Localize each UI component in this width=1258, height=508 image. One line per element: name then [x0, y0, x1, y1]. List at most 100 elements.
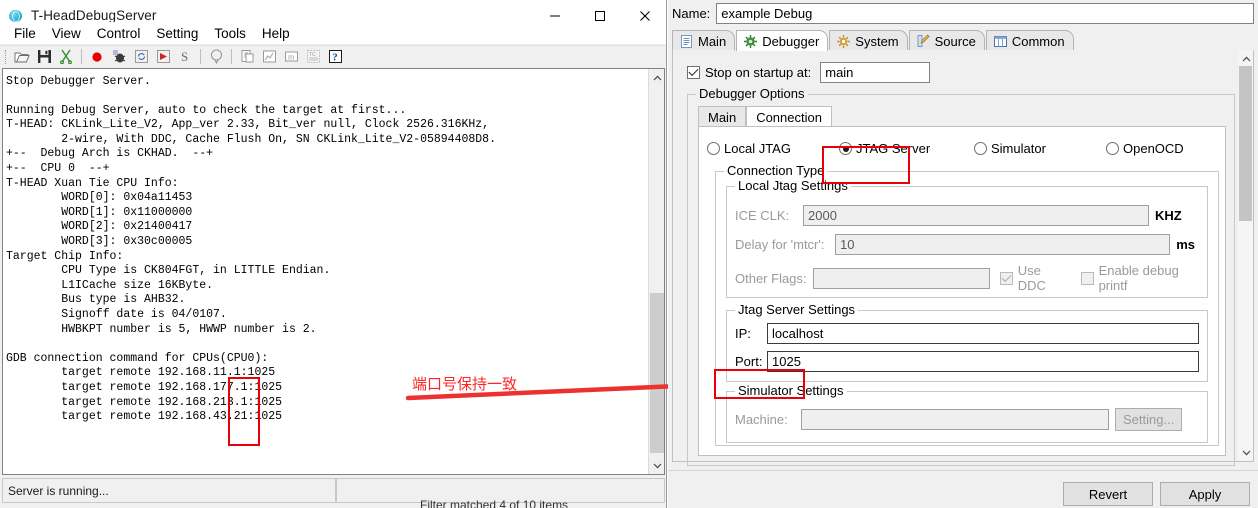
jtag-server-settings-title: Jtag Server Settings — [735, 302, 859, 317]
inner-tab-connection[interactable]: Connection — [746, 106, 832, 127]
console-vertical-scrollbar[interactable] — [648, 69, 664, 474]
radio-openocd[interactable]: OpenOCD — [1106, 141, 1184, 156]
bug-gear-icon — [743, 34, 758, 49]
delay-mtcr-input[interactable]: 10 — [835, 234, 1171, 255]
apply-button[interactable]: Apply — [1160, 482, 1250, 506]
name-label: Name: — [672, 5, 711, 21]
radio-local-jtag[interactable]: Local JTAG — [707, 141, 839, 156]
register-icon[interactable]: TC — [302, 47, 324, 67]
use-ddc-checkbox[interactable] — [999, 271, 1013, 285]
stop-on-startup-checkbox[interactable] — [687, 66, 700, 79]
stop-on-startup-row: Stop on startup at: main — [687, 62, 931, 83]
delay-mtcr-label: Delay for 'mtcr': — [735, 237, 825, 252]
connection-radio-group: Local JTAG JTAG Server Simulator OpenOCD — [707, 141, 1219, 156]
svg-text:S: S — [181, 49, 188, 64]
run-icon[interactable] — [152, 47, 174, 67]
record-icon[interactable] — [86, 47, 108, 67]
machine-row: Machine: Setting... — [735, 408, 1203, 431]
help-icon[interactable]: ? — [324, 47, 346, 67]
revert-button[interactable]: Revert — [1063, 482, 1153, 506]
port-input[interactable]: 1025 — [767, 351, 1199, 372]
panel-vertical-scrollbar[interactable] — [1238, 50, 1253, 461]
stop-on-startup-label: Stop on startup at: — [705, 65, 812, 80]
tab-system[interactable]: System — [829, 30, 908, 51]
chevron-up-icon[interactable] — [649, 69, 664, 86]
source-pencil-icon — [916, 33, 931, 49]
radio-jtag-server-dot[interactable] — [839, 142, 852, 155]
memory-icon[interactable]: m — [280, 47, 302, 67]
menu-bar: File View Control Setting Tools Help — [0, 22, 666, 44]
tab-common-label: Common — [1011, 33, 1065, 49]
window-title: T-HeadDebugServer — [31, 8, 157, 23]
console-scroll-thumb[interactable] — [650, 293, 664, 453]
delay-mtcr-unit: ms — [1176, 237, 1195, 252]
machine-setting-button[interactable]: Setting... — [1115, 408, 1183, 431]
save-icon[interactable] — [33, 47, 55, 67]
tab-system-label: System — [855, 33, 899, 49]
menu-item-control[interactable]: Control — [89, 24, 149, 43]
stop-on-startup-input[interactable]: main — [820, 62, 931, 83]
jtag-server-settings-group: Jtag Server Settings IP: localhost Port:… — [726, 302, 1208, 382]
status-message: Server is running... — [2, 478, 336, 503]
panel-chevron-down-icon[interactable] — [1238, 444, 1254, 461]
svg-text:m: m — [288, 53, 295, 62]
panel-chevron-up-icon[interactable] — [1238, 50, 1254, 67]
machine-input[interactable] — [801, 409, 1109, 430]
page-icon[interactable] — [236, 47, 258, 67]
enable-debug-printf-label: Enable debug printf — [1098, 263, 1179, 293]
inner-tab-main[interactable]: Main — [698, 106, 747, 127]
radio-jtag-server-label: JTAG Server — [856, 141, 931, 156]
tab-source[interactable]: Source — [908, 30, 985, 51]
debug-server-window: T-HeadDebugServer File View Control Sett… — [0, 0, 667, 508]
other-flags-label: Other Flags: — [735, 270, 807, 286]
tab-debugger-label: Debugger — [762, 33, 820, 49]
enable-debug-printf-checkbox[interactable] — [1080, 271, 1094, 285]
tab-common[interactable]: Common — [985, 30, 1074, 51]
menu-item-tools[interactable]: Tools — [206, 24, 254, 43]
menu-item-setting[interactable]: Setting — [148, 24, 206, 43]
open-folder-icon[interactable] — [11, 47, 33, 67]
tab-debugger[interactable]: Debugger — [736, 30, 829, 51]
svg-text:?: ? — [332, 52, 338, 64]
step-s-icon[interactable]: S — [174, 47, 196, 67]
config-tab-strip: Main Debugger System Source Common — [672, 29, 1254, 51]
panel-scroll-thumb[interactable] — [1239, 66, 1252, 221]
ip-input[interactable]: localhost — [767, 323, 1199, 344]
menu-item-file[interactable]: File — [6, 24, 44, 43]
tab-source-label: Source — [934, 33, 976, 49]
radio-jtag-server[interactable]: JTAG Server — [839, 141, 974, 156]
debugger-options-title: Debugger Options — [696, 86, 808, 101]
menu-item-help[interactable]: Help — [254, 24, 298, 43]
config-name-input[interactable]: example Debug — [716, 2, 1254, 24]
connection-type-group: Connection Type Local Jtag Settings ICE … — [715, 163, 1219, 446]
scissors-icon[interactable] — [55, 47, 77, 67]
annotation-label: 端口号保持一致 — [412, 375, 518, 393]
toolbar-grip[interactable] — [4, 49, 8, 65]
balloon-icon[interactable] — [205, 47, 227, 67]
ice-clk-input[interactable]: 2000 — [803, 205, 1149, 226]
radio-simulator-label: Simulator — [991, 141, 1046, 156]
table-icon — [993, 34, 1008, 49]
chart-icon[interactable] — [258, 47, 280, 67]
document-icon — [679, 34, 694, 49]
chevron-down-icon[interactable] — [649, 457, 664, 474]
refresh-icon[interactable] — [130, 47, 152, 67]
debugger-options-group: Debugger Options Main Connection Local J… — [687, 86, 1235, 466]
radio-simulator[interactable]: Simulator — [974, 141, 1106, 156]
radio-local-jtag-dot[interactable] — [707, 142, 720, 155]
delay-mtcr-row: Delay for 'mtcr': 10 ms — [735, 234, 1195, 255]
bug-icon[interactable] — [108, 47, 130, 67]
radio-openocd-dot[interactable] — [1106, 142, 1119, 155]
tab-main[interactable]: Main — [672, 30, 736, 51]
console-output[interactable]: Stop Debugger Server. Running Debug Serv… — [2, 68, 665, 475]
menu-item-view[interactable]: View — [44, 24, 89, 43]
ice-clk-unit: KHZ — [1155, 208, 1182, 223]
other-flags-input[interactable] — [813, 267, 990, 289]
config-name-row: Name: example Debug — [672, 2, 1254, 24]
use-ddc-label: Use DDC — [1017, 263, 1046, 293]
radio-simulator-dot[interactable] — [974, 142, 987, 155]
toolbar-separator-3 — [231, 49, 232, 64]
toolbar: S m TC ? — [0, 45, 666, 67]
ice-clk-label: ICE CLK: — [735, 208, 790, 223]
dialog-buttons: Revert Apply — [1063, 482, 1250, 506]
